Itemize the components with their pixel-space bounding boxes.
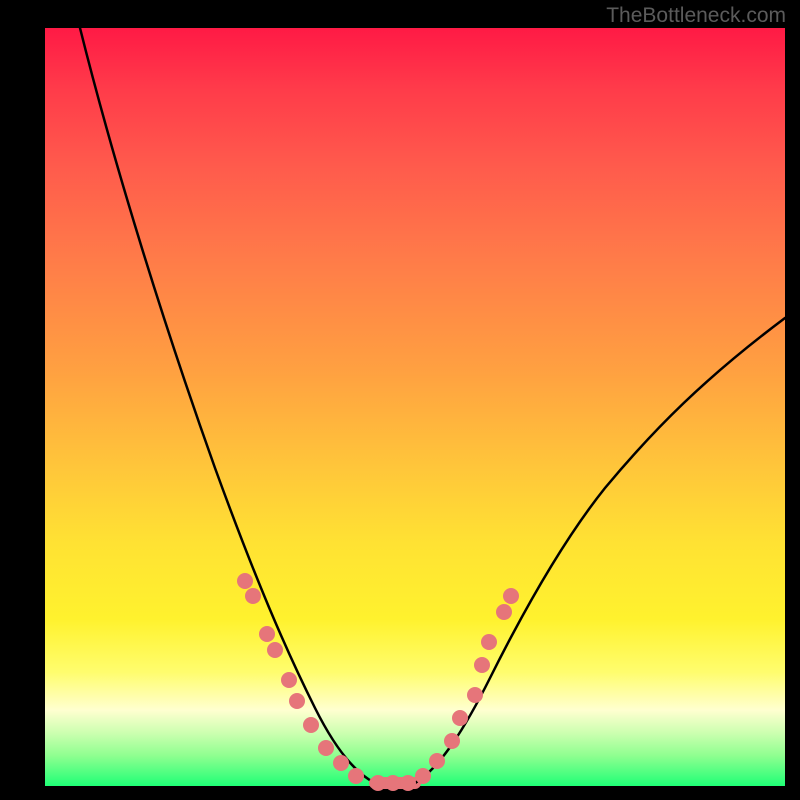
marker: [400, 775, 416, 791]
markers-group: [237, 573, 519, 791]
marker: [259, 626, 275, 642]
left-curve: [80, 28, 375, 783]
marker: [496, 604, 512, 620]
marker: [333, 755, 349, 771]
marker: [289, 693, 305, 709]
marker: [267, 642, 283, 658]
marker: [444, 733, 460, 749]
marker: [318, 740, 334, 756]
marker: [429, 753, 445, 769]
chart-svg: [45, 28, 785, 786]
marker: [303, 717, 319, 733]
right-curve: [415, 318, 785, 783]
marker: [281, 672, 297, 688]
marker: [503, 588, 519, 604]
marker: [348, 768, 364, 784]
marker: [415, 768, 431, 784]
marker: [481, 634, 497, 650]
marker: [467, 687, 483, 703]
marker: [452, 710, 468, 726]
chart-frame: TheBottleneck.com: [0, 0, 800, 800]
marker: [237, 573, 253, 589]
marker: [245, 588, 261, 604]
marker: [370, 775, 386, 791]
watermark-text: TheBottleneck.com: [606, 4, 786, 28]
marker: [474, 657, 490, 673]
marker: [385, 775, 401, 791]
